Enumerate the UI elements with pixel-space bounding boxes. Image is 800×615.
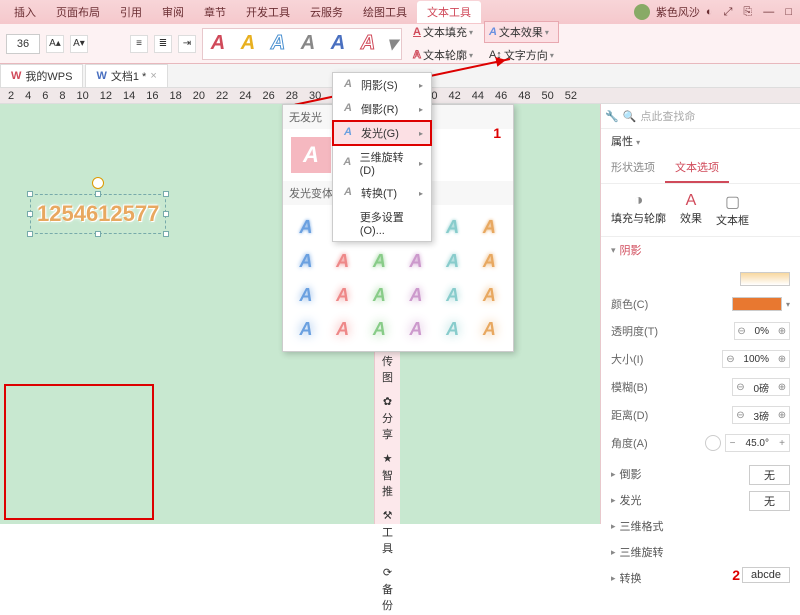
menu-transform[interactable]: A转换(T)▸ — [333, 181, 431, 205]
glow-variant[interactable]: A — [328, 247, 358, 275]
shadow-preset[interactable] — [740, 272, 790, 286]
indent-btn[interactable]: ⇥ — [178, 35, 196, 53]
marker-2: 2 — [732, 567, 740, 583]
file-tab-mywps[interactable]: W我的WPS — [0, 64, 83, 87]
tab-ref[interactable]: 引用 — [110, 1, 152, 23]
section-3drot[interactable]: 三维旋转 — [601, 539, 800, 565]
wordart-text: 1254612577 — [37, 201, 159, 226]
close-icon[interactable]: × — [150, 70, 156, 82]
glow-variant[interactable]: A — [474, 213, 504, 241]
text-effects-button[interactable]: A文本效果▾ — [484, 21, 559, 43]
glow-variant[interactable]: A — [291, 315, 321, 343]
search-placeholder[interactable]: 点此查找命 — [640, 108, 695, 124]
wordart-textbox[interactable]: 1254612577 — [30, 194, 166, 234]
tool-tools[interactable]: ⚒工具 — [378, 507, 398, 558]
glow-variant[interactable]: A — [438, 281, 468, 309]
glow-variant[interactable]: A — [364, 281, 394, 309]
menu-glow[interactable]: A发光(G)▸ — [333, 121, 431, 145]
glow-none[interactable]: 无 — [749, 491, 790, 511]
tool-share[interactable]: ✿分享 — [378, 393, 398, 444]
tab-text-tools[interactable]: 文本工具 — [417, 1, 481, 23]
username: 紫色风沙 — [656, 4, 700, 20]
section-shadow[interactable]: 阴影 — [601, 237, 800, 263]
search-bar: 🔧 🔍 点此查找命 — [601, 104, 800, 129]
size-spinner[interactable]: ⊖100%⊕ — [722, 350, 790, 368]
search-icon[interactable]: 🔍 — [623, 110, 637, 123]
rotate-handle[interactable] — [92, 177, 104, 189]
glow-variant[interactable]: A — [328, 315, 358, 343]
glow-variant[interactable]: A — [474, 281, 504, 309]
glow-variant[interactable]: A — [438, 247, 468, 275]
tool-rec[interactable]: ★智推 — [378, 450, 398, 501]
text-effects-menu: A阴影(S)▸ A倒影(R)▸ A发光(G)▸ A三维旋转(D)▸ A转换(T)… — [332, 72, 432, 242]
angle-dial[interactable] — [705, 435, 721, 451]
glow-variant[interactable]: A — [401, 281, 431, 309]
icon-tab-fill[interactable]: ◑填充与轮廓 — [611, 192, 666, 228]
glow-variant[interactable]: A — [438, 213, 468, 241]
tool-backup[interactable]: ⟳备份 — [378, 564, 398, 615]
properties-panel: 🔧 🔍 点此查找命 属性 ▾ 形状选项 文本选项 ◑填充与轮廓 A效果 ▢文本框… — [600, 104, 800, 524]
tab-draw[interactable]: 绘图工具 — [353, 1, 417, 23]
menu-reflection[interactable]: A倒影(R)▸ — [333, 97, 431, 121]
shadow-color[interactable] — [732, 297, 782, 311]
titlebar-right: 紫色风沙 ◐ ⤢ ⎘ — □ — [634, 4, 796, 20]
font-size-input[interactable] — [6, 34, 40, 54]
toolbox-icon[interactable]: 🔧 — [605, 110, 619, 123]
glow-variant[interactable]: A — [291, 213, 321, 241]
avatar[interactable] — [634, 4, 650, 20]
ribbon-tabs: 插入 页面布局 引用 审阅 章节 开发工具 云服务 绘图工具 文本工具 紫色风沙… — [0, 0, 800, 24]
glow-variant[interactable]: A — [364, 315, 394, 343]
wordart-gallery[interactable]: A A A A A A ▾ — [202, 28, 402, 60]
panel-icon-tabs: ◑填充与轮廓 A效果 ▢文本框 — [601, 184, 800, 237]
tab-shape-options[interactable]: 形状选项 — [601, 153, 665, 183]
glow-variant[interactable]: A — [364, 247, 394, 275]
glow-variant[interactable]: A — [401, 315, 431, 343]
prop-dropdown[interactable]: 属性 ▾ — [601, 129, 800, 153]
icon-tab-effects[interactable]: A效果 — [680, 192, 702, 228]
text-outline-button[interactable]: A文本轮廓▾ — [408, 44, 478, 66]
grow-font[interactable]: A▴ — [46, 35, 64, 53]
icon-tab-textbox[interactable]: ▢文本框 — [716, 192, 749, 228]
text-fill-button[interactable]: A文本填充▾ — [408, 21, 478, 43]
glow-variant[interactable]: A — [328, 281, 358, 309]
transform-preset[interactable]: abcde — [742, 567, 790, 583]
glow-variant[interactable]: A — [474, 247, 504, 275]
tab-insert[interactable]: 插入 — [4, 1, 46, 23]
distance-spinner[interactable]: ⊖3磅⊕ — [732, 406, 790, 424]
blur-spinner[interactable]: ⊖0磅⊕ — [732, 378, 790, 396]
marker-1: 1 — [493, 125, 501, 141]
glow-variant[interactable]: A — [438, 315, 468, 343]
menu-shadow[interactable]: A阴影(S)▸ — [333, 73, 431, 97]
glow-variant[interactable]: A — [474, 315, 504, 343]
section-3dformat[interactable]: 三维格式 — [601, 513, 800, 539]
menu-3drot[interactable]: A三维旋转(D)▸ — [333, 145, 431, 181]
glow-none-option[interactable]: A — [291, 137, 331, 173]
panel-tabs: 形状选项 文本选项 — [601, 153, 800, 184]
glow-variant[interactable]: A — [291, 247, 321, 275]
main-area: 1254612577 无发光 A 1 发光变体 A A A A A A A A … — [0, 104, 800, 524]
file-tab-doc1[interactable]: W文档1 *× — [85, 64, 167, 87]
tab-cloud[interactable]: 云服务 — [300, 1, 353, 23]
glow-variant[interactable]: A — [401, 247, 431, 275]
transparency-spinner[interactable]: ⊖0%⊕ — [734, 322, 790, 340]
shrink-font[interactable]: A▾ — [70, 35, 88, 53]
glow-variant[interactable]: A — [291, 281, 321, 309]
sys-icons[interactable]: ◐ ⤢ ⎘ — □ — [706, 6, 796, 19]
angle-spinner[interactable]: −45.0°+ — [725, 434, 790, 452]
list-btn[interactable]: ≣ — [154, 35, 172, 53]
tab-layout[interactable]: 页面布局 — [46, 1, 110, 23]
canvas[interactable]: 1254612577 无发光 A 1 发光变体 A A A A A A A A … — [0, 104, 600, 524]
menu-more[interactable]: 更多设置(O)... — [333, 205, 431, 241]
align-btn[interactable]: ≡ — [130, 35, 148, 53]
tab-dev[interactable]: 开发工具 — [236, 1, 300, 23]
reflection-none[interactable]: 无 — [749, 465, 790, 485]
tab-review[interactable]: 审阅 — [152, 1, 194, 23]
tab-text-options[interactable]: 文本选项 — [665, 153, 729, 183]
tab-section[interactable]: 章节 — [194, 1, 236, 23]
ribbon: A▴ A▾ ≡ ≣ ⇥ A A A A A A ▾ A文本填充▾ A文本轮廓▾ … — [0, 24, 800, 64]
